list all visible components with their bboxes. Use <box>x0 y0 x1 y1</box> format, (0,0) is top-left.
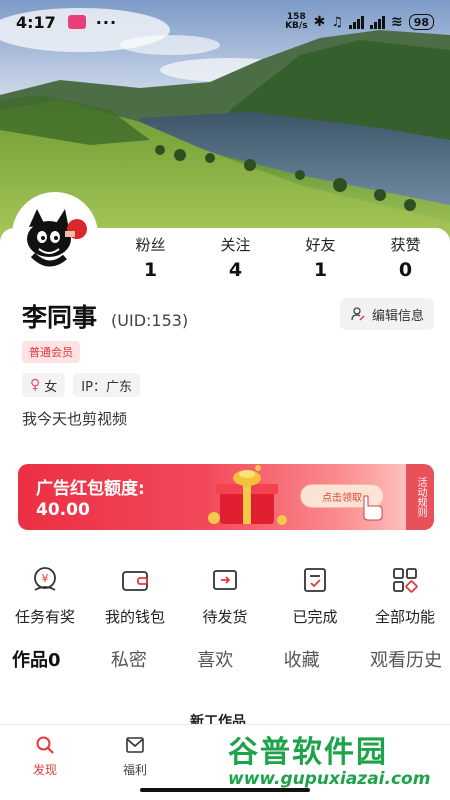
more-notifications-icon: ··· <box>95 12 118 32</box>
nav-discover[interactable]: 发现 <box>0 725 90 800</box>
site-watermark: 谷普软件园 www.gupuxiazai.com <box>222 730 448 796</box>
profile-tags: ♀ 女 IP：广东 <box>22 373 140 397</box>
func-label: 全部功能 <box>374 608 435 626</box>
avatar[interactable] <box>12 192 98 278</box>
svg-text:¥: ¥ <box>42 572 49 585</box>
edit-profile-label: 编辑信息 <box>371 308 424 324</box>
profile-card: 粉丝 1 关注 4 好友 1 获赞 0 李同事 (UID:153) 编辑信息 普… <box>0 192 450 800</box>
edit-profile-button[interactable]: 编辑信息 <box>339 298 434 330</box>
completed-icon <box>304 568 326 592</box>
watermark-title: 谷普软件园 <box>228 735 388 770</box>
stat-following[interactable]: 关注 4 <box>193 234 278 281</box>
pointing-hand-icon <box>363 495 383 521</box>
search-icon <box>36 736 54 754</box>
tab-likes[interactable]: 喜欢 <box>197 646 233 672</box>
vibrate-icon: ♫ <box>331 14 343 30</box>
app-notification-icon <box>67 15 86 29</box>
stat-friends[interactable]: 好友 1 <box>278 234 363 281</box>
tab-favorites[interactable]: 收藏 <box>284 646 320 672</box>
stat-label: 好友 <box>305 236 336 254</box>
func-completed[interactable]: 已完成 <box>270 564 360 627</box>
red-packet-banner[interactable]: 广告红包额度: 40.00 点击领取 活动 规则 <box>18 464 434 530</box>
stat-label: 粉丝 <box>135 236 166 254</box>
user-edit-icon <box>351 307 365 321</box>
signal-icon <box>348 15 364 29</box>
func-task-reward[interactable]: ¥ 任务有奖 <box>0 564 90 627</box>
shipping-icon <box>213 570 237 590</box>
user-name: 李同事 <box>22 303 98 332</box>
grid-icon <box>393 568 418 593</box>
reward-icon: ¥ <box>34 567 56 591</box>
signal-icon-2 <box>369 15 385 29</box>
tab-works[interactable]: 作品0 <box>12 646 61 672</box>
ip-label: IP：广东 <box>81 379 132 395</box>
tab-private[interactable]: 私密 <box>111 646 147 672</box>
name-row: 李同事 (UID:153) <box>22 298 188 334</box>
tab-watch-history[interactable]: 观看历史 <box>370 646 442 672</box>
func-pending-shipment[interactable]: 待发货 <box>180 564 270 627</box>
wifi-icon: ≋ <box>390 14 403 30</box>
stat-likes[interactable]: 获赞 0 <box>363 234 448 281</box>
stat-label: 获赞 <box>390 236 421 254</box>
func-all-features[interactable]: 全部功能 <box>360 564 450 627</box>
user-bio: 我今天也剪视频 <box>22 410 128 428</box>
func-label: 已完成 <box>292 608 338 626</box>
battery-icon: 98 <box>408 14 434 30</box>
stat-value: 0 <box>398 259 413 281</box>
cat-avatar-illustration <box>15 195 95 275</box>
nav-label: 福利 <box>122 763 147 777</box>
stat-value: 4 <box>228 259 243 281</box>
gift-box-illustration <box>208 465 287 525</box>
function-grid: ¥ 任务有奖 我的钱包 待发货 已完成 全部功能 <box>0 564 450 627</box>
banner-amount: 40.00 <box>36 500 90 520</box>
network-speed: 158 KB/s <box>285 12 308 31</box>
wallet-icon <box>122 571 148 591</box>
activity-rules-link[interactable]: 活动 规则 <box>406 464 434 530</box>
func-label: 待发货 <box>202 608 248 626</box>
home-indicator[interactable] <box>140 788 310 792</box>
content-tabs: 作品0 私密 喜欢 收藏 观看历史 <box>12 646 442 672</box>
watermark-url: www.gupuxiazai.com <box>228 769 431 789</box>
stat-value: 1 <box>143 259 158 281</box>
stat-value: 1 <box>313 259 328 281</box>
status-bar: 4:17 ··· 158 KB/s ✱ ♫ ≋ 98 <box>0 0 450 44</box>
status-time: 4:17 <box>16 12 56 32</box>
stat-label: 关注 <box>220 236 251 254</box>
member-badge: 普通会员 <box>22 341 80 363</box>
female-icon: ♀ <box>30 377 41 393</box>
gender-tag: ♀ 女 <box>22 373 66 397</box>
banner-title: 广告红包额度: <box>36 479 145 499</box>
ip-tag: IP：广东 <box>73 373 140 397</box>
bluetooth-icon: ✱ <box>313 14 326 30</box>
gender-label: 女 <box>44 379 58 395</box>
nav-label: 发现 <box>32 763 57 777</box>
profile-stats: 粉丝 1 关注 4 好友 1 获赞 0 <box>108 234 448 281</box>
func-label: 任务有奖 <box>14 608 75 626</box>
stat-followers[interactable]: 粉丝 1 <box>108 234 193 281</box>
func-label: 我的钱包 <box>104 608 165 626</box>
mail-icon <box>126 737 144 753</box>
func-wallet[interactable]: 我的钱包 <box>90 564 180 627</box>
user-uid: (UID:153) <box>111 311 189 330</box>
